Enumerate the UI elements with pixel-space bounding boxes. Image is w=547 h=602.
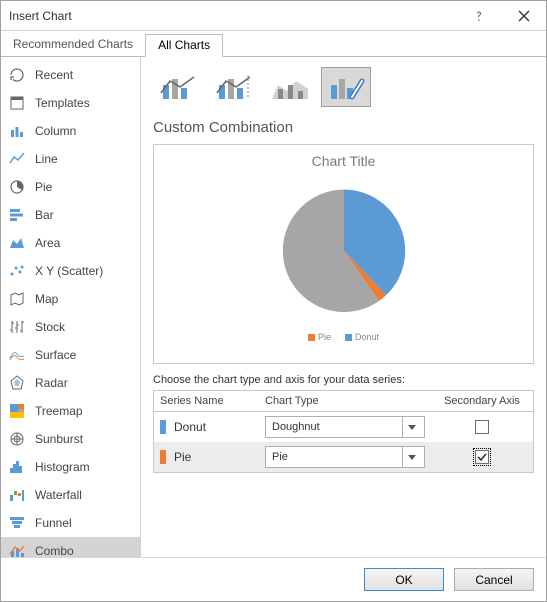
column-icon (7, 121, 27, 141)
sidebar-item-sunburst[interactable]: Sunburst (1, 425, 140, 453)
legend-swatch-pie (308, 334, 315, 341)
sidebar-item-templates[interactable]: Templates (1, 89, 140, 117)
sidebar-item-recent[interactable]: Recent (1, 61, 140, 89)
legend-item-pie: Pie (308, 332, 331, 342)
dialog-body: Recent Templates Column Line Pie Bar Are… (1, 57, 546, 557)
combo-subtype-clustered-column-line-secondary[interactable] (209, 67, 259, 107)
combo-subtype-clustered-column-line[interactable] (153, 67, 203, 107)
tabs-row: Recommended Charts All Charts (1, 33, 546, 57)
combo-icon (7, 541, 27, 557)
sidebar-item-line[interactable]: Line (1, 145, 140, 173)
sidebar-item-scatter[interactable]: X Y (Scatter) (1, 257, 140, 285)
sunburst-icon (7, 429, 27, 449)
surface-icon (7, 345, 27, 365)
sidebar-item-radar[interactable]: Radar (1, 369, 140, 397)
section-title: Custom Combination (153, 119, 534, 136)
sidebar-item-funnel[interactable]: Funnel (1, 509, 140, 537)
series-swatch-pie (160, 450, 166, 464)
close-icon (518, 10, 530, 22)
legend-swatch-donut (345, 334, 352, 341)
recent-icon (7, 65, 27, 85)
sidebar-item-stock[interactable]: Stock (1, 313, 140, 341)
chart-type-select-pie[interactable]: Pie (265, 446, 425, 468)
sidebar-item-pie[interactable]: Pie (1, 173, 140, 201)
sidebar-item-histogram[interactable]: Histogram (1, 453, 140, 481)
bar-icon (7, 205, 27, 225)
sidebar-item-treemap[interactable]: Treemap (1, 397, 140, 425)
sidebar-item-surface[interactable]: Surface (1, 341, 140, 369)
combo-subtype-custom[interactable] (321, 67, 371, 107)
chart-legend: Pie Donut (308, 332, 379, 342)
funnel-icon (7, 513, 27, 533)
titlebar: Insert Chart (1, 1, 546, 31)
sidebar-item-area[interactable]: Area (1, 229, 140, 257)
waterfall-icon (7, 485, 27, 505)
series-row-donut: Donut Doughnut (154, 412, 533, 442)
series-name-pie: Pie (174, 450, 191, 464)
help-icon (472, 9, 486, 23)
chevron-down-icon (402, 447, 420, 467)
scatter-icon (7, 261, 27, 281)
series-swatch-donut (160, 420, 166, 434)
checkmark-icon (477, 452, 487, 462)
tab-recommended[interactable]: Recommended Charts (1, 34, 145, 57)
templates-icon (7, 93, 27, 113)
combo-subtype-row (153, 67, 534, 107)
secondary-axis-checkbox-donut[interactable] (475, 420, 489, 434)
line-icon (7, 149, 27, 169)
chart-preview[interactable]: Chart Title Pie Donut (153, 144, 534, 364)
window-controls (456, 1, 546, 30)
cancel-button[interactable]: Cancel (454, 568, 534, 591)
dialog-footer: OK Cancel (1, 557, 546, 601)
col-secondary-axis: Secondary Axis (437, 395, 527, 407)
stock-icon (7, 317, 27, 337)
col-chart-type: Chart Type (265, 395, 437, 407)
chevron-down-icon (402, 417, 420, 437)
series-row-pie: Pie Pie (154, 442, 533, 472)
combo-subtype-stacked-area-clustered-column[interactable] (265, 67, 315, 107)
pie-icon (7, 177, 27, 197)
series-hint: Choose the chart type and axis for your … (153, 374, 534, 386)
radar-icon (7, 373, 27, 393)
sidebar-item-bar[interactable]: Bar (1, 201, 140, 229)
pie-chart (259, 175, 429, 330)
sidebar-item-combo[interactable]: Combo (1, 537, 140, 557)
secondary-axis-checkbox-pie[interactable] (475, 450, 489, 464)
legend-item-donut: Donut (345, 332, 379, 342)
chart-category-sidebar: Recent Templates Column Line Pie Bar Are… (1, 57, 141, 557)
chart-title: Chart Title (312, 153, 376, 169)
area-icon (7, 233, 27, 253)
tab-all-charts[interactable]: All Charts (145, 34, 223, 57)
insert-chart-dialog: Insert Chart Recommended Charts All Char… (0, 0, 547, 602)
series-grid-header: Series Name Chart Type Secondary Axis (154, 391, 533, 412)
histogram-icon (7, 457, 27, 477)
main-panel: Custom Combination Chart Title Pie Donut… (141, 57, 546, 557)
sidebar-item-column[interactable]: Column (1, 117, 140, 145)
map-icon (7, 289, 27, 309)
series-name-donut: Donut (174, 420, 206, 434)
ok-button[interactable]: OK (364, 568, 444, 591)
close-button[interactable] (501, 1, 546, 30)
help-button[interactable] (456, 1, 501, 30)
treemap-icon (7, 401, 27, 421)
dialog-title: Insert Chart (9, 9, 72, 23)
chart-type-select-donut[interactable]: Doughnut (265, 416, 425, 438)
sidebar-item-map[interactable]: Map (1, 285, 140, 313)
series-grid: Series Name Chart Type Secondary Axis Do… (153, 390, 534, 473)
sidebar-item-waterfall[interactable]: Waterfall (1, 481, 140, 509)
col-series-name: Series Name (160, 395, 265, 407)
